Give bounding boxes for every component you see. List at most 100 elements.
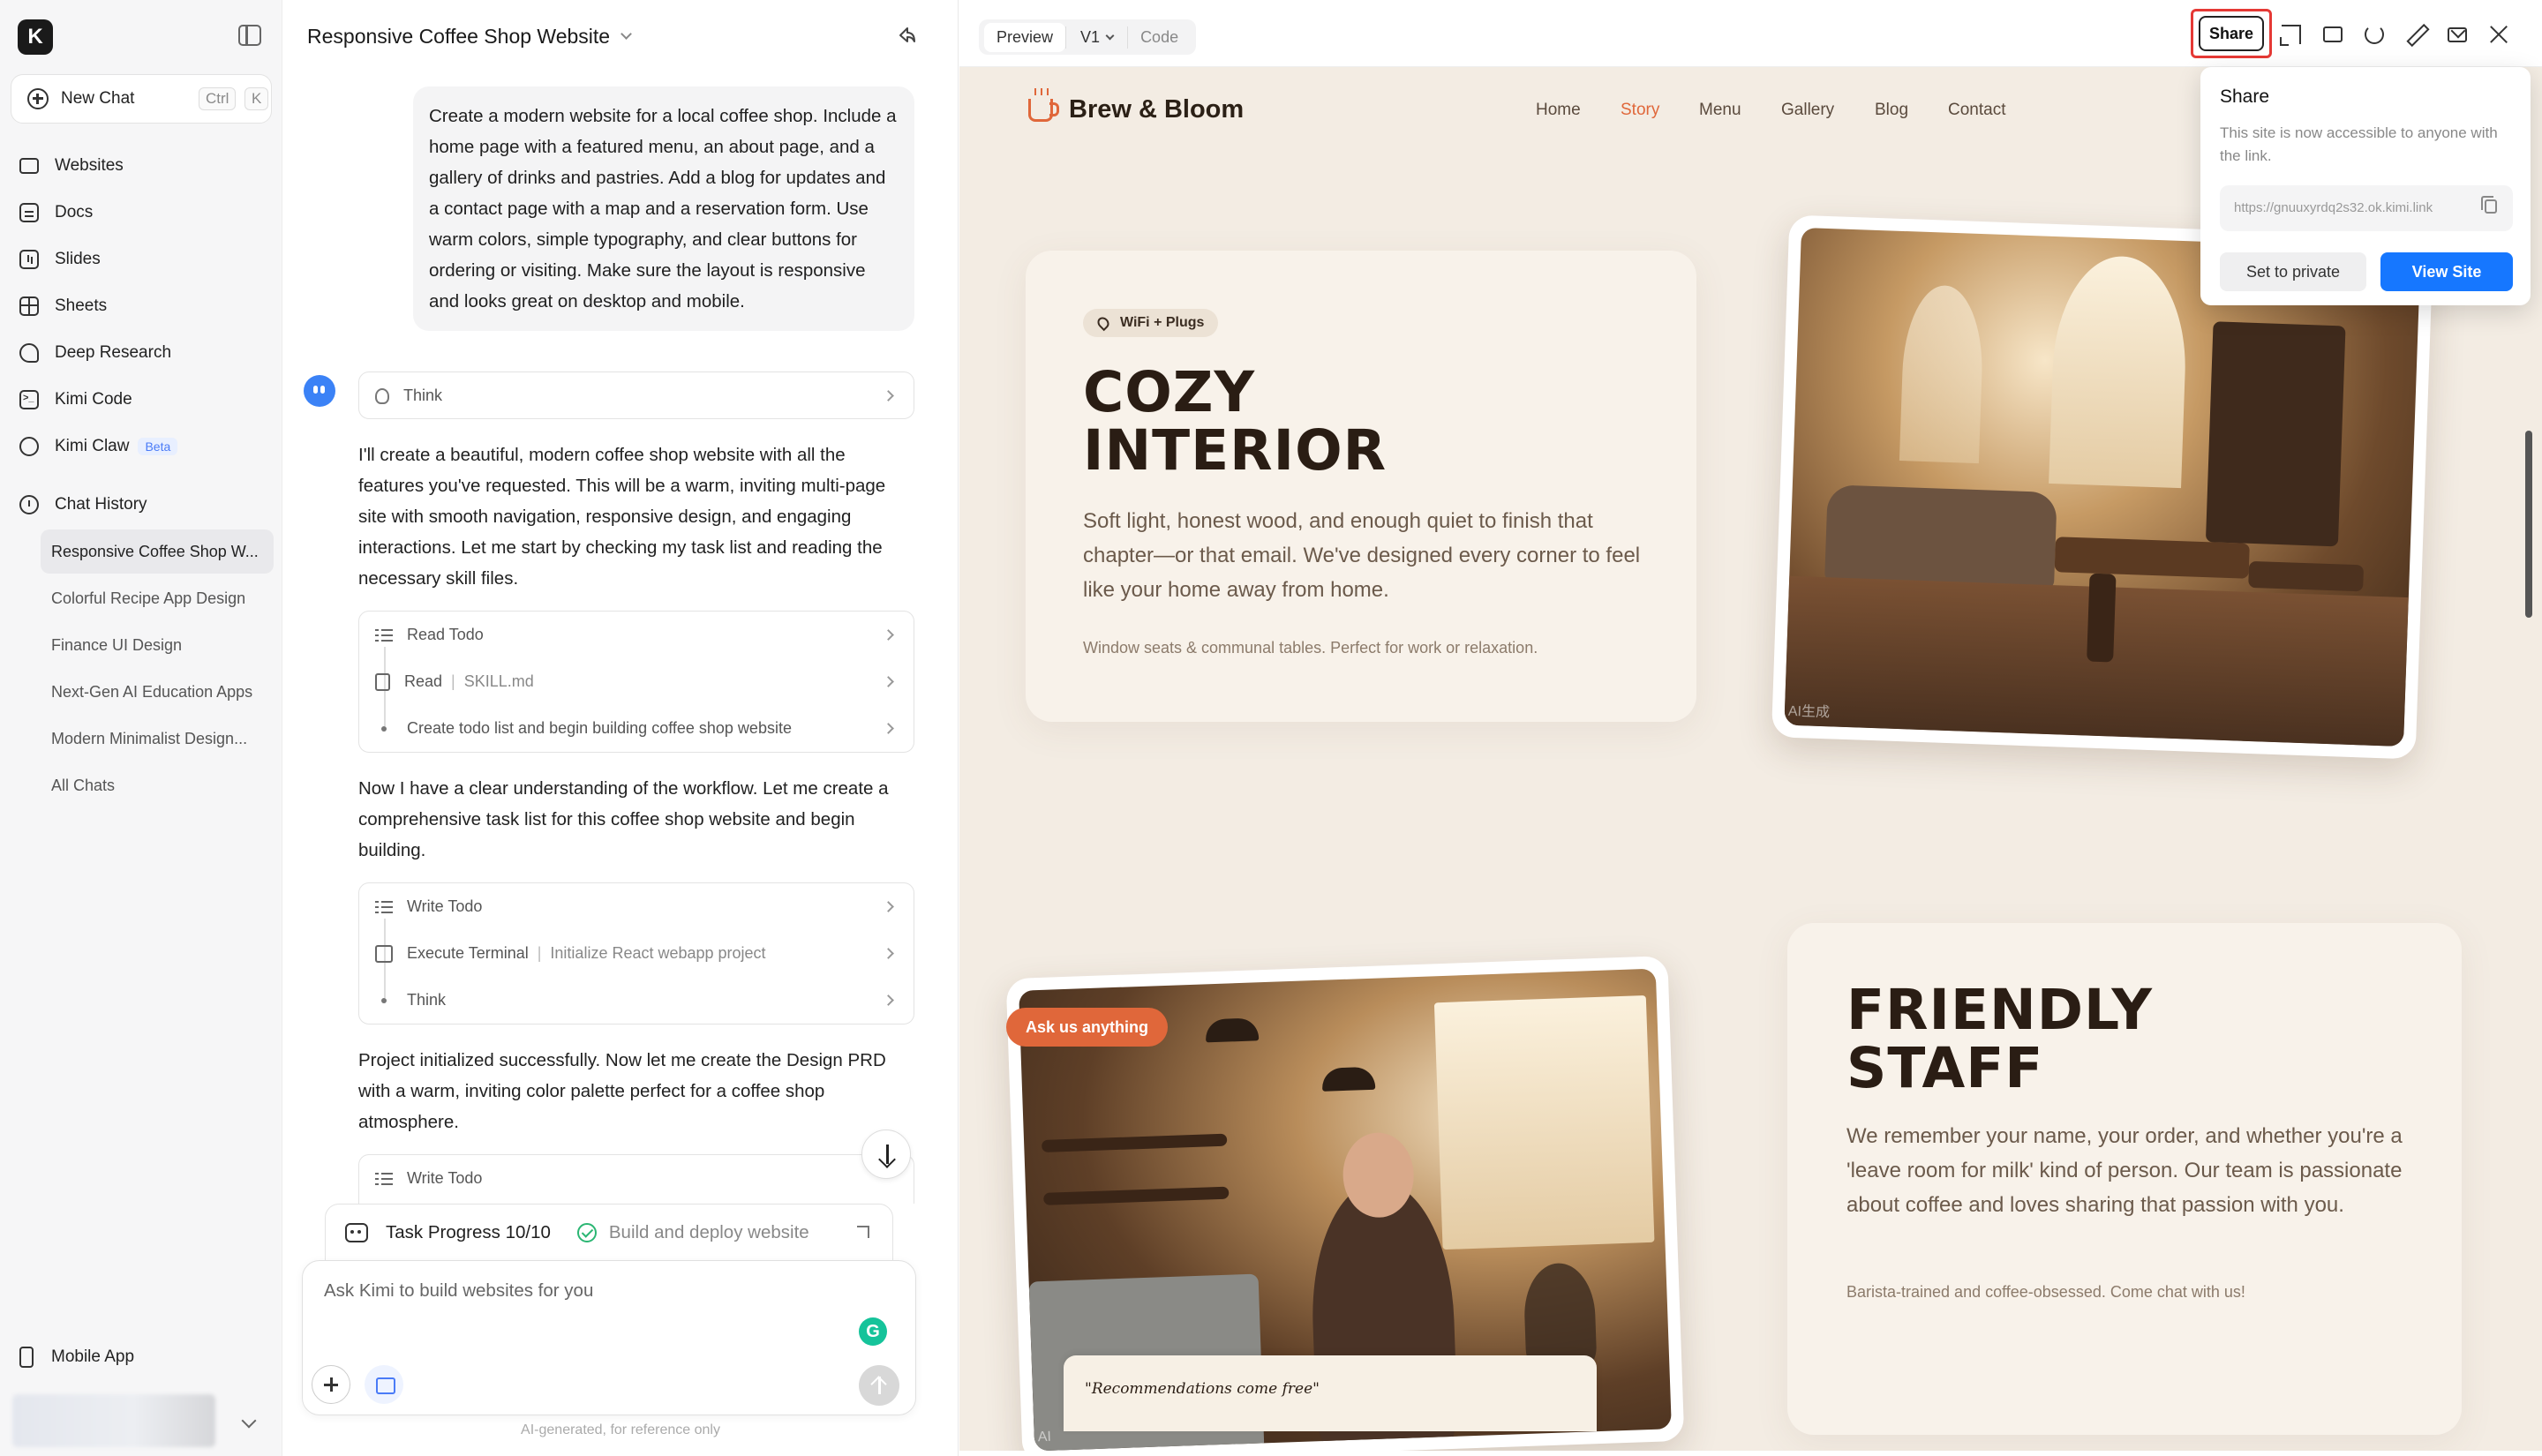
site-nav-menu[interactable]: Menu bbox=[1699, 101, 1741, 120]
tool-label: Think bbox=[403, 387, 443, 404]
history-item[interactable]: Colorful Recipe App Design bbox=[41, 576, 274, 620]
tool-row[interactable]: Write Todo bbox=[359, 1155, 914, 1202]
table-shape bbox=[2054, 537, 2250, 579]
send-button[interactable] bbox=[859, 1365, 899, 1406]
document-icon bbox=[19, 203, 39, 222]
separator: | bbox=[451, 672, 455, 690]
tool-card: Write Todo Execute Terminal | Initialize… bbox=[358, 882, 914, 1024]
check-circle-icon bbox=[576, 1223, 597, 1242]
chat-history-header[interactable]: Chat History bbox=[19, 487, 267, 522]
chat-input-box[interactable]: Ask Kimi to build websites for you G bbox=[302, 1260, 916, 1415]
set-private-button[interactable]: Set to private bbox=[2220, 252, 2366, 291]
account-avatar[interactable] bbox=[12, 1394, 215, 1447]
device-icon[interactable] bbox=[2323, 26, 2343, 42]
tool-card: Write Todo bbox=[358, 1154, 914, 1204]
kimi-logo[interactable]: K bbox=[18, 19, 53, 55]
chevron-right-icon bbox=[883, 948, 894, 959]
tab-preview[interactable]: Preview bbox=[984, 22, 1066, 52]
new-chat-button[interactable]: New Chat Ctrl K bbox=[11, 74, 272, 124]
sidebar-item-slides[interactable]: Slides bbox=[19, 242, 267, 277]
sidebar-item-websites[interactable]: Websites bbox=[19, 148, 267, 184]
site-nav-contact[interactable]: Contact bbox=[1948, 101, 2005, 120]
task-progress-bar[interactable]: Task Progress 10/10 Build and deploy web… bbox=[325, 1204, 893, 1262]
close-icon[interactable] bbox=[2489, 25, 2508, 44]
assistant-message: Now I have a clear understanding of the … bbox=[358, 778, 889, 860]
history-item[interactable]: Responsive Coffee Shop W... bbox=[41, 529, 274, 574]
ai-disclaimer: AI-generated, for reference only bbox=[521, 1422, 720, 1437]
sidebar-toggle-icon[interactable] bbox=[238, 25, 261, 46]
preview-toolbar: Preview V1 Code Share bbox=[959, 0, 2542, 67]
terminal-icon bbox=[375, 944, 393, 963]
chevron-down-icon[interactable] bbox=[241, 1413, 257, 1429]
share-icon[interactable] bbox=[897, 25, 918, 46]
tool-row[interactable]: Create todo list and begin building coff… bbox=[359, 705, 914, 752]
preview-scrollbar[interactable] bbox=[2525, 431, 2532, 618]
version-dropdown[interactable]: V1 bbox=[1065, 26, 1129, 49]
refresh-icon[interactable] bbox=[2365, 25, 2384, 44]
assistant-message: Project initialized successfully. Now le… bbox=[358, 1050, 886, 1132]
mail-icon[interactable] bbox=[2448, 27, 2467, 42]
interior-note: Window seats & communal tables. Perfect … bbox=[1083, 639, 1538, 657]
all-chats-link[interactable]: All Chats bbox=[41, 763, 274, 807]
tool-row[interactable]: Read Todo bbox=[359, 612, 914, 658]
shortcut-k: K bbox=[244, 87, 269, 110]
sidebar-item-sheets[interactable]: Sheets bbox=[19, 289, 267, 324]
fullscreen-icon[interactable] bbox=[2280, 25, 2301, 46]
shelf-shape bbox=[1042, 1133, 1228, 1152]
tool-row[interactable]: Think bbox=[359, 372, 914, 419]
website-mode-button[interactable] bbox=[365, 1365, 403, 1404]
shortcut-ctrl: Ctrl bbox=[199, 87, 237, 110]
tool-row[interactable]: Write Todo bbox=[359, 883, 914, 930]
site-nav-gallery[interactable]: Gallery bbox=[1781, 101, 1834, 120]
sheets-icon bbox=[19, 296, 39, 316]
sofa-shape bbox=[1824, 484, 2057, 590]
lamp-shape bbox=[1321, 1066, 1376, 1092]
share-popover-description: This site is now accessible to anyone wi… bbox=[2220, 124, 2498, 164]
site-nav-blog[interactable]: Blog bbox=[1875, 101, 1908, 120]
site-nav-home[interactable]: Home bbox=[1536, 101, 1581, 120]
task-progress-label: Task Progress 10/10 bbox=[386, 1222, 551, 1242]
title-line: INTERIOR bbox=[1083, 418, 1388, 483]
sidebar-item-docs[interactable]: Docs bbox=[19, 195, 267, 230]
staff-title: FRIENDLY STAFF bbox=[1846, 981, 2153, 1098]
file-icon bbox=[375, 672, 390, 691]
sidebar-item-deep-research[interactable]: Deep Research bbox=[19, 335, 267, 371]
tool-card: Read Todo Read | SKILL.md Create todo li… bbox=[358, 611, 914, 753]
assistant-message: I'll create a beautiful, modern coffee s… bbox=[358, 445, 886, 589]
expand-icon[interactable] bbox=[857, 1226, 869, 1238]
chat-title[interactable]: Responsive Coffee Shop Website bbox=[307, 25, 632, 49]
site-nav-story[interactable]: Story bbox=[1621, 101, 1659, 120]
history-item[interactable]: Modern Minimalist Design... bbox=[41, 717, 274, 761]
shelf-shape bbox=[2205, 321, 2346, 547]
share-button[interactable]: Share bbox=[2199, 16, 2264, 51]
edit-icon[interactable] bbox=[2406, 25, 2425, 44]
user-message: Create a modern website for a local coff… bbox=[413, 86, 914, 331]
grammarly-icon[interactable]: G bbox=[859, 1317, 887, 1346]
chat-input-placeholder[interactable]: Ask Kimi to build websites for you bbox=[324, 1280, 593, 1302]
sidebar-item-kimi-claw[interactable]: Kimi Claw Beta bbox=[19, 429, 267, 464]
share-popover: Share This site is now accessible to any… bbox=[2200, 67, 2531, 305]
tool-row[interactable]: Execute Terminal | Initialize React weba… bbox=[359, 930, 914, 977]
dot-icon bbox=[375, 992, 393, 1009]
mobile-app-link[interactable]: Mobile App bbox=[19, 1347, 134, 1368]
tool-label: Write Todo bbox=[407, 897, 483, 915]
copy-icon[interactable] bbox=[2481, 196, 2497, 214]
view-site-button[interactable]: View Site bbox=[2380, 252, 2513, 291]
chevron-right-icon bbox=[883, 676, 894, 687]
share-link-field[interactable]: https://gnuuxyrdq2s32.ok.kimi.link bbox=[2220, 185, 2513, 231]
version-label: V1 bbox=[1080, 27, 1101, 46]
sidebar-item-kimi-code[interactable]: Kimi Code bbox=[19, 382, 267, 417]
add-attachment-button[interactable] bbox=[312, 1365, 350, 1404]
scroll-to-bottom-button[interactable] bbox=[861, 1130, 911, 1179]
history-item[interactable]: Next-Gen AI Education Apps bbox=[41, 670, 274, 714]
think-card[interactable]: Think bbox=[358, 372, 914, 419]
tool-row[interactable]: Think bbox=[359, 977, 914, 1024]
tab-code[interactable]: Code bbox=[1128, 23, 1191, 52]
tool-sub: SKILL.md bbox=[463, 672, 534, 690]
tool-row[interactable]: Read | SKILL.md bbox=[359, 658, 914, 705]
list-icon bbox=[375, 1170, 393, 1188]
title-line: FRIENDLY bbox=[1846, 978, 2153, 1042]
site-brand[interactable]: Brew & Bloom bbox=[1028, 87, 1244, 124]
window-shape bbox=[2049, 254, 2190, 489]
history-item[interactable]: Finance UI Design bbox=[41, 623, 274, 667]
